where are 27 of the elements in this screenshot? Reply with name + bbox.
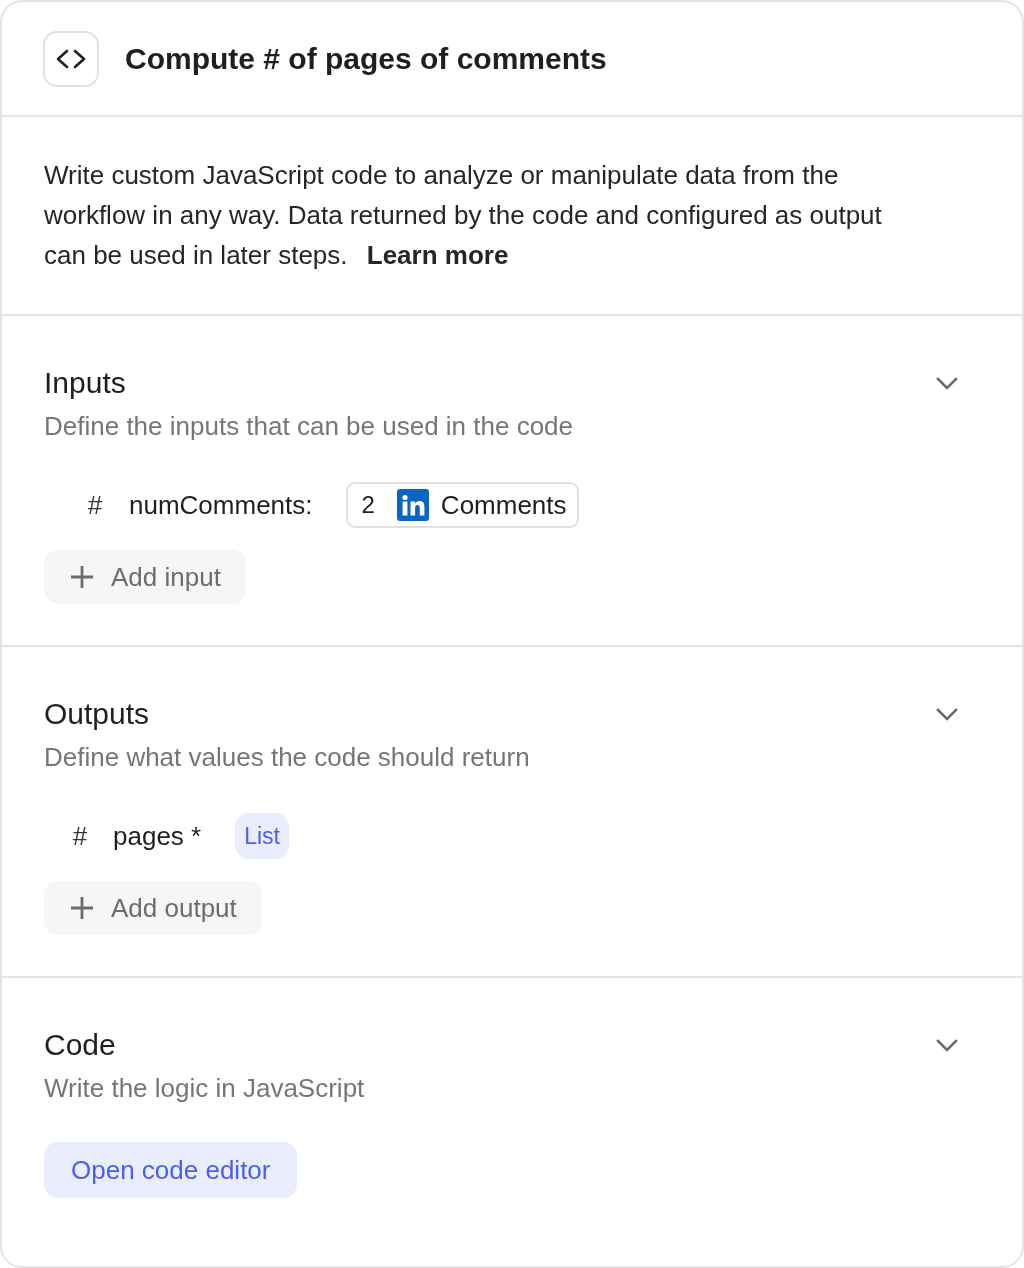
input-name: numComments:: [129, 488, 313, 522]
section-title: Outputs: [44, 696, 151, 732]
description-text: Write custom JavaScript code to analyze or manipulate data from the workflow in any way. Data returned by the code and configured as output can be used in later steps. Learn more: [44, 159, 883, 272]
plus-icon: [70, 896, 94, 920]
plus-icon: [70, 565, 94, 589]
add-input-button[interactable]: Add input: [44, 550, 246, 604]
add-output-button[interactable]: Add output: [44, 881, 262, 935]
section-subtitle: Define the inputs that can be used in the code: [44, 410, 574, 443]
type-badge: List: [235, 813, 289, 859]
chevron-down-icon[interactable]: [936, 708, 958, 721]
section-subtitle: Define what values the code should return: [44, 741, 530, 774]
section-title: Inputs: [44, 365, 127, 401]
output-name: pages *: [113, 819, 202, 853]
chip-number: 2: [361, 490, 375, 520]
chevron-down-icon[interactable]: [936, 1039, 958, 1052]
learn-more-link[interactable]: Learn more: [366, 240, 509, 270]
section-subtitle: Write the logic in JavaScript: [44, 1072, 365, 1105]
hash-symbol: #: [71, 819, 89, 853]
code-icon: [43, 30, 99, 87]
hash-symbol: #: [86, 488, 104, 522]
open-code-editor-button[interactable]: Open code editor: [44, 1142, 298, 1198]
section-title: Code: [44, 1027, 117, 1063]
variable-chip[interactable]: 2 Comments: [345, 482, 579, 528]
linkedin-icon: [396, 489, 429, 521]
chip-label: Comments: [440, 488, 567, 522]
chevron-down-icon[interactable]: [936, 377, 958, 390]
panel-title: Compute # of pages of comments: [125, 40, 607, 77]
